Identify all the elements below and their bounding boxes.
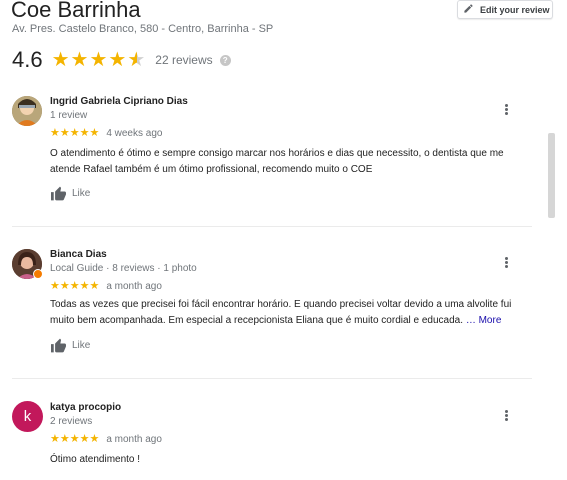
- more-link[interactable]: … More: [466, 315, 502, 326]
- place-address: Av. Pres. Castelo Branco, 580 - Centro, …: [12, 23, 274, 35]
- local-guide-badge-icon: [33, 269, 43, 279]
- rating-summary: 4.6 ★ ★ ★ ★ ★ 22 reviews ?: [12, 47, 231, 73]
- review-text: Todas as vezes que precisei foi fácil en…: [50, 297, 535, 329]
- review-time: 4 weeks ago: [106, 128, 163, 139]
- review-time: a month ago: [106, 434, 162, 445]
- reviewer-meta[interactable]: Local Guide · 8 reviews · 1 photo: [50, 263, 197, 274]
- review-rating: ★★★★★ 4 weeks ago: [50, 127, 163, 140]
- stars-icon: ★★★★★: [50, 127, 100, 139]
- reviewer-name[interactable]: Bianca Dias: [50, 249, 107, 260]
- more-options-icon[interactable]: [503, 103, 509, 116]
- rating-stars: ★ ★ ★ ★ ★: [52, 50, 146, 70]
- half-star-icon: ★: [127, 49, 146, 71]
- divider: [12, 378, 532, 379]
- star-icon: ★: [51, 49, 70, 71]
- more-options-icon[interactable]: [503, 256, 509, 269]
- divider: [12, 226, 532, 227]
- review-rating: ★★★★★ a month ago: [50, 280, 162, 293]
- like-button[interactable]: Like: [50, 186, 90, 201]
- edit-review-label: Edit your review: [480, 4, 550, 15]
- like-button[interactable]: Like: [50, 338, 90, 353]
- edit-review-button[interactable]: Edit your review: [457, 0, 553, 19]
- rating-value: 4.6: [12, 47, 43, 72]
- reviewer-meta: 2 reviews: [50, 416, 93, 427]
- thumbs-up-icon: [51, 186, 66, 201]
- review-text: O atendimento é ótimo e sempre consigo m…: [50, 148, 504, 175]
- reviewer-name[interactable]: katya procopio: [50, 402, 121, 413]
- thumbs-up-icon: [51, 338, 66, 353]
- place-title: Coe Barrinha: [11, 0, 141, 22]
- reviewer-name[interactable]: Ingrid Gabriela Cipriano Dias: [50, 96, 188, 107]
- star-icon: ★: [70, 49, 89, 71]
- review-time: a month ago: [106, 281, 162, 292]
- star-icon: ★: [108, 49, 127, 71]
- avatar[interactable]: k: [12, 401, 43, 432]
- stars-icon: ★★★★★: [50, 433, 100, 445]
- help-icon[interactable]: ?: [219, 54, 231, 66]
- reviewer-meta: 1 review: [50, 110, 88, 121]
- scrollbar-thumb[interactable]: [548, 133, 555, 218]
- review-rating: ★★★★★ a month ago: [50, 433, 162, 446]
- like-label: Like: [72, 340, 91, 351]
- avatar[interactable]: [12, 96, 42, 126]
- review-text: Ótimo atendimento !: [50, 454, 141, 465]
- stars-icon: ★★★★★: [50, 280, 100, 292]
- reviews-count-link[interactable]: 22 reviews: [155, 53, 212, 67]
- review-text-body: Todas as vezes que precisei foi fácil en…: [50, 299, 512, 326]
- like-label: Like: [72, 188, 91, 199]
- pencil-icon: [463, 3, 474, 16]
- more-options-icon[interactable]: [503, 409, 509, 422]
- star-icon: ★: [89, 49, 108, 71]
